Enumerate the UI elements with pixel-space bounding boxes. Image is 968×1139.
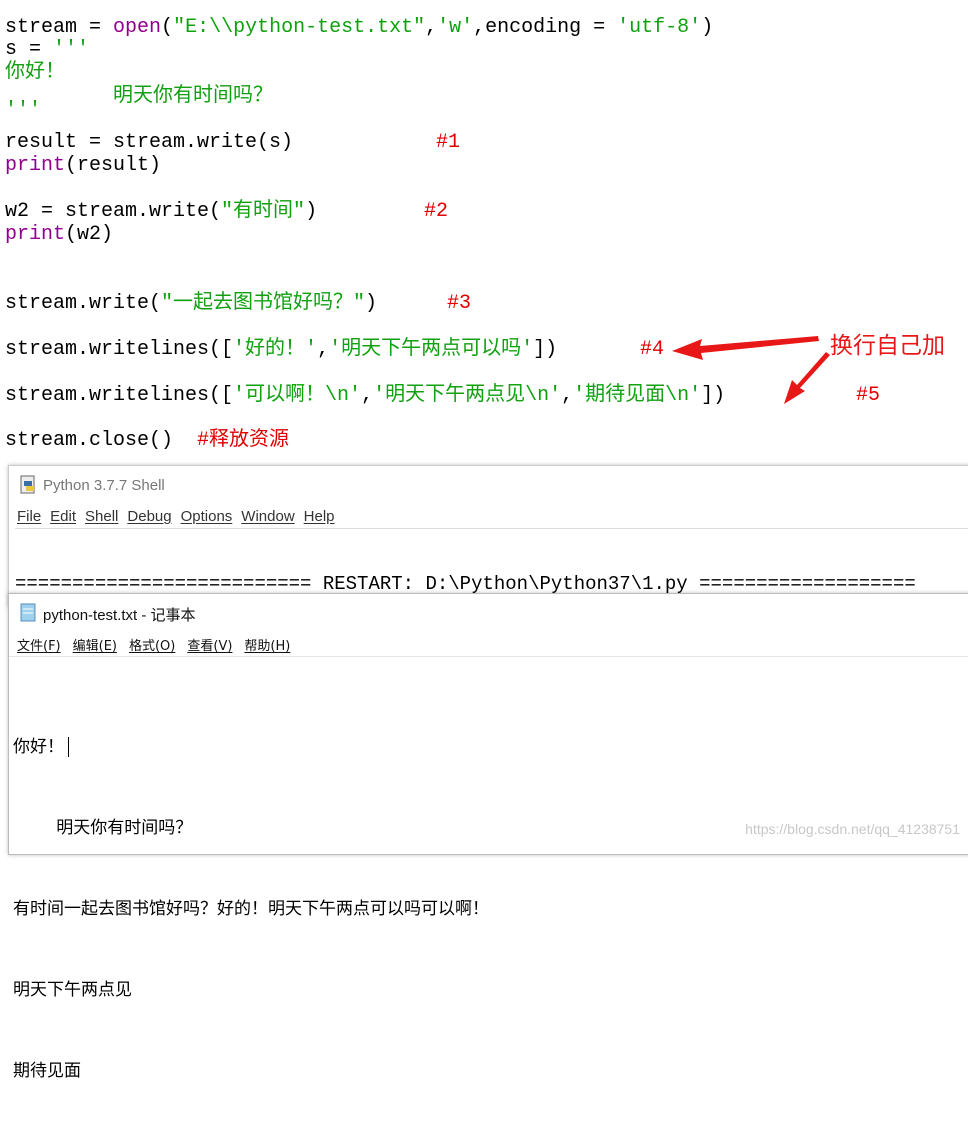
menu-options[interactable]: Options [181, 508, 233, 525]
menu-window[interactable]: Window [241, 508, 294, 525]
menu-help[interactable]: 帮助(H) [244, 635, 290, 654]
menu-help[interactable]: Help [304, 508, 335, 525]
notepad-window[interactable]: python-test.txt - 记事本 文件(F) 编辑(E) 格式(O) … [8, 593, 968, 1081]
notepad-icon [20, 603, 36, 622]
menu-debug[interactable]: Debug [127, 508, 171, 525]
menu-shell[interactable]: Shell [85, 508, 118, 525]
notepad-text-area[interactable]: 你好！ 明天你有时间吗？ 有时间一起去图书馆好吗？好的！明天下午两点可以吗可以啊… [13, 680, 489, 1139]
arrow-icon [672, 336, 830, 404]
text-line: 你好！ [13, 734, 489, 761]
python-file-icon [20, 475, 35, 494]
python-shell-window[interactable]: Python 3.7.7 Shell File Edit Shell Debug… [8, 465, 968, 727]
shell-title: Python 3.7.7 Shell [43, 477, 165, 494]
restart-line: ========================== RESTART: D:\P… [15, 573, 916, 595]
notepad-menubar: 文件(F) 编辑(E) 格式(O) 查看(V) 帮助(H) [17, 635, 290, 654]
menu-file[interactable]: File [17, 508, 41, 525]
text-cursor [68, 737, 75, 757]
text-line: 明天你有时间吗？ [13, 818, 193, 838]
text-line: 期待见面 [13, 1061, 81, 1081]
watermark: https://blog.csdn.net/qq_41238751 [745, 821, 960, 837]
menu-edit[interactable]: Edit [50, 508, 76, 525]
text-line: 明天下午两点见 [13, 980, 132, 1000]
shell-menubar: File Edit Shell Debug Options Window Hel… [17, 508, 335, 525]
menu-edit[interactable]: 编辑(E) [73, 635, 117, 654]
menu-format[interactable]: 格式(O) [129, 635, 175, 654]
text-line: 有时间一起去图书馆好吗？好的！明天下午两点可以吗可以啊！ [13, 899, 489, 919]
menu-file[interactable]: 文件(F) [17, 635, 61, 654]
menu-view[interactable]: 查看(V) [187, 635, 232, 654]
notepad-title: python-test.txt - 记事本 [43, 607, 196, 624]
